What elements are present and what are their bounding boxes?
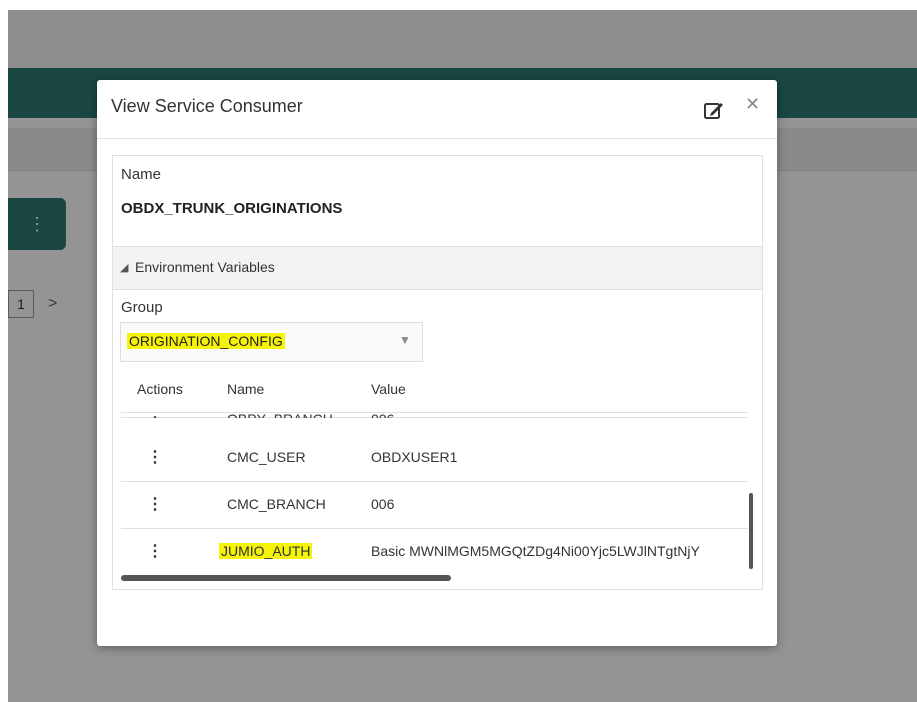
variable-name: CMC_BRANCH (227, 496, 326, 512)
row-actions-button[interactable]: ⋮ (147, 541, 163, 561)
triangle-icon: ◢ (120, 262, 129, 274)
column-header-value: Value (371, 381, 406, 397)
variable-name: CMC_USER (227, 449, 306, 465)
row-actions-button[interactable]: ⋮ (147, 413, 163, 418)
chevron-down-icon: ▼ (399, 333, 411, 347)
table-row: ⋮ CMC_BRANCH 006 (121, 482, 748, 529)
variable-value: 006 (371, 496, 395, 512)
view-service-consumer-dialog: View Service Consumer ✕ Name OBDX_TRUNK_… (97, 80, 777, 646)
group-select[interactable]: ORIGINATION_CONFIG ▼ (120, 322, 423, 362)
vertical-scrollbar-thumb[interactable] (749, 493, 753, 569)
table-header-divider (121, 412, 748, 413)
screen-edge-top (0, 0, 917, 10)
environment-variables-panel: Group ORIGINATION_CONFIG ▼ Actions Name … (112, 289, 763, 590)
edit-icon[interactable] (703, 99, 725, 121)
table-row: ⋮ JUMIO_AUTH Basic MWNlMGM5MGQtZDg4Ni00Y… (121, 529, 748, 575)
highlighted-variable-name: JUMIO_AUTH (219, 543, 313, 559)
variable-name: JUMIO_AUTH (219, 543, 313, 559)
row-actions-button[interactable]: ⋮ (147, 494, 163, 514)
row-actions-button[interactable]: ⋮ (147, 447, 163, 467)
dialog-header: View Service Consumer ✕ (97, 80, 777, 139)
name-field: Name OBDX_TRUNK_ORIGINATIONS (112, 155, 763, 246)
screen-edge-left (0, 0, 8, 702)
column-header-actions: Actions (137, 381, 183, 397)
group-select-value: ORIGINATION_CONFIG (127, 333, 285, 349)
environment-variables-title: Environment Variables (135, 259, 275, 275)
dialog-title: View Service Consumer (111, 96, 303, 116)
environment-variables-toggle[interactable]: ◢ Environment Variables (112, 246, 763, 290)
table-row: ⋮ OBPY_BRANCH 006 (121, 413, 748, 418)
name-value: OBDX_TRUNK_ORIGINATIONS (121, 200, 343, 217)
variable-value: 006 (371, 411, 395, 427)
variable-name: OBPY_BRANCH (227, 411, 333, 427)
close-icon[interactable]: ✕ (745, 94, 760, 115)
name-label: Name (121, 166, 162, 183)
variable-value: Basic MWNlMGM5MGQtZDg4Ni00Yjc5LWJlNTgtNj… (371, 543, 700, 559)
horizontal-scrollbar[interactable] (121, 575, 748, 583)
horizontal-scrollbar-thumb[interactable] (121, 575, 451, 581)
column-header-name: Name (227, 381, 265, 397)
group-label: Group (121, 299, 163, 316)
variable-value: OBDXUSER1 (371, 449, 458, 465)
table-row: ⋮ CMC_USER OBDXUSER1 (121, 435, 748, 482)
